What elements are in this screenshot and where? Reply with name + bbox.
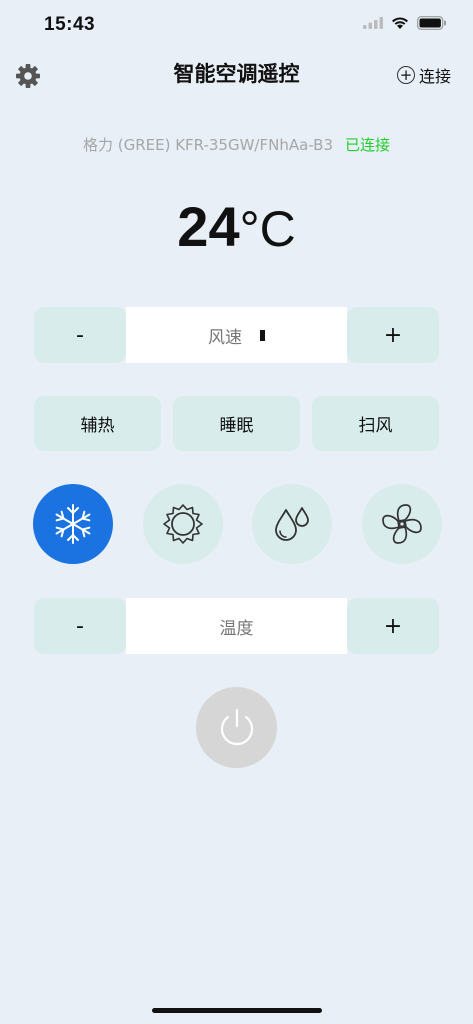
fan-speed-display: 风速 xyxy=(126,307,347,363)
connection-status: 已连接 xyxy=(345,136,391,154)
temperature-value: 24 xyxy=(177,195,240,258)
mode-fan-button[interactable] xyxy=(361,484,442,564)
temperature-unit: °C xyxy=(239,201,296,257)
temperature-increase-button[interactable]: + xyxy=(347,598,439,654)
plus-circle-icon: + xyxy=(396,66,415,84)
mode-dry-button[interactable] xyxy=(252,484,333,564)
snowflake-icon xyxy=(55,504,91,544)
device-model: 格力 (GREE) KFR-35GW/FNhAa-B3 xyxy=(82,136,334,154)
mode-buttons xyxy=(33,484,442,564)
power-button[interactable] xyxy=(196,687,277,768)
status-icons xyxy=(363,16,447,30)
fan-speed-increase-button[interactable]: + xyxy=(347,307,439,363)
device-info: 格力 (GREE) KFR-35GW/FNhAa-B3 已连接 xyxy=(0,134,473,155)
sun-icon xyxy=(162,504,203,544)
battery-icon xyxy=(417,16,446,30)
swing-button[interactable]: 扫风 xyxy=(312,396,439,451)
fan-speed-stepper: - 风速 + xyxy=(34,307,439,363)
mode-heat-button[interactable] xyxy=(142,484,223,564)
aux-heat-button[interactable]: 辅热 xyxy=(34,396,161,451)
status-time: 15:43 xyxy=(44,14,96,35)
fan-speed-level-indicator xyxy=(260,329,265,341)
home-indicator[interactable] xyxy=(152,1008,322,1013)
connect-button[interactable]: + 连接 xyxy=(396,63,451,87)
sleep-button[interactable]: 睡眠 xyxy=(173,396,300,451)
connect-label: 连接 xyxy=(418,67,451,86)
temperature-display: 24°C xyxy=(0,194,473,259)
fan-icon xyxy=(382,504,422,544)
temperature-decrease-button[interactable]: - xyxy=(34,598,126,654)
power-icon xyxy=(220,708,253,745)
mode-cool-button[interactable] xyxy=(33,484,113,564)
signal-icon xyxy=(363,17,383,29)
wifi-icon xyxy=(392,17,408,29)
fan-speed-decrease-button[interactable]: - xyxy=(34,307,126,363)
fan-speed-label: 风速 xyxy=(208,327,242,348)
water-drops-icon xyxy=(275,507,310,541)
temperature-stepper: - 温度 + xyxy=(34,598,439,654)
option-buttons: 辅热 睡眠 扫风 xyxy=(34,396,439,451)
temperature-label: 温度 xyxy=(126,598,347,654)
